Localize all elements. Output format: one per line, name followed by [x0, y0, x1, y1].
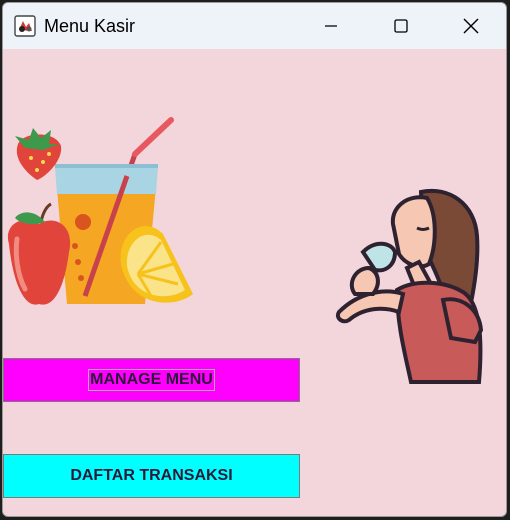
manage-menu-button[interactable]: MANAGE MENU [3, 358, 300, 402]
app-window: Menu Kasir MANAGE MENU DAFTAR TRANSAKSI [2, 2, 507, 517]
close-button[interactable] [436, 3, 506, 49]
window-title: Menu Kasir [44, 16, 136, 36]
maximize-button[interactable] [366, 3, 436, 49]
woman-drinking-illustration [336, 188, 484, 384]
manage-menu-label: MANAGE MENU [88, 369, 215, 391]
main-content: MANAGE MENU DAFTAR TRANSAKSI [3, 49, 506, 516]
daftar-transaksi-label: DAFTAR TRANSAKSI [70, 467, 233, 484]
title-bar[interactable]: Menu Kasir [3, 3, 506, 49]
close-icon [463, 18, 479, 34]
juice-fruit-illustration [7, 117, 193, 305]
minimize-button[interactable] [296, 3, 366, 49]
daftar-transaksi-button[interactable]: DAFTAR TRANSAKSI [3, 454, 300, 498]
java-app-icon [14, 15, 36, 37]
maximize-icon [394, 19, 408, 33]
minimize-icon [325, 25, 337, 27]
